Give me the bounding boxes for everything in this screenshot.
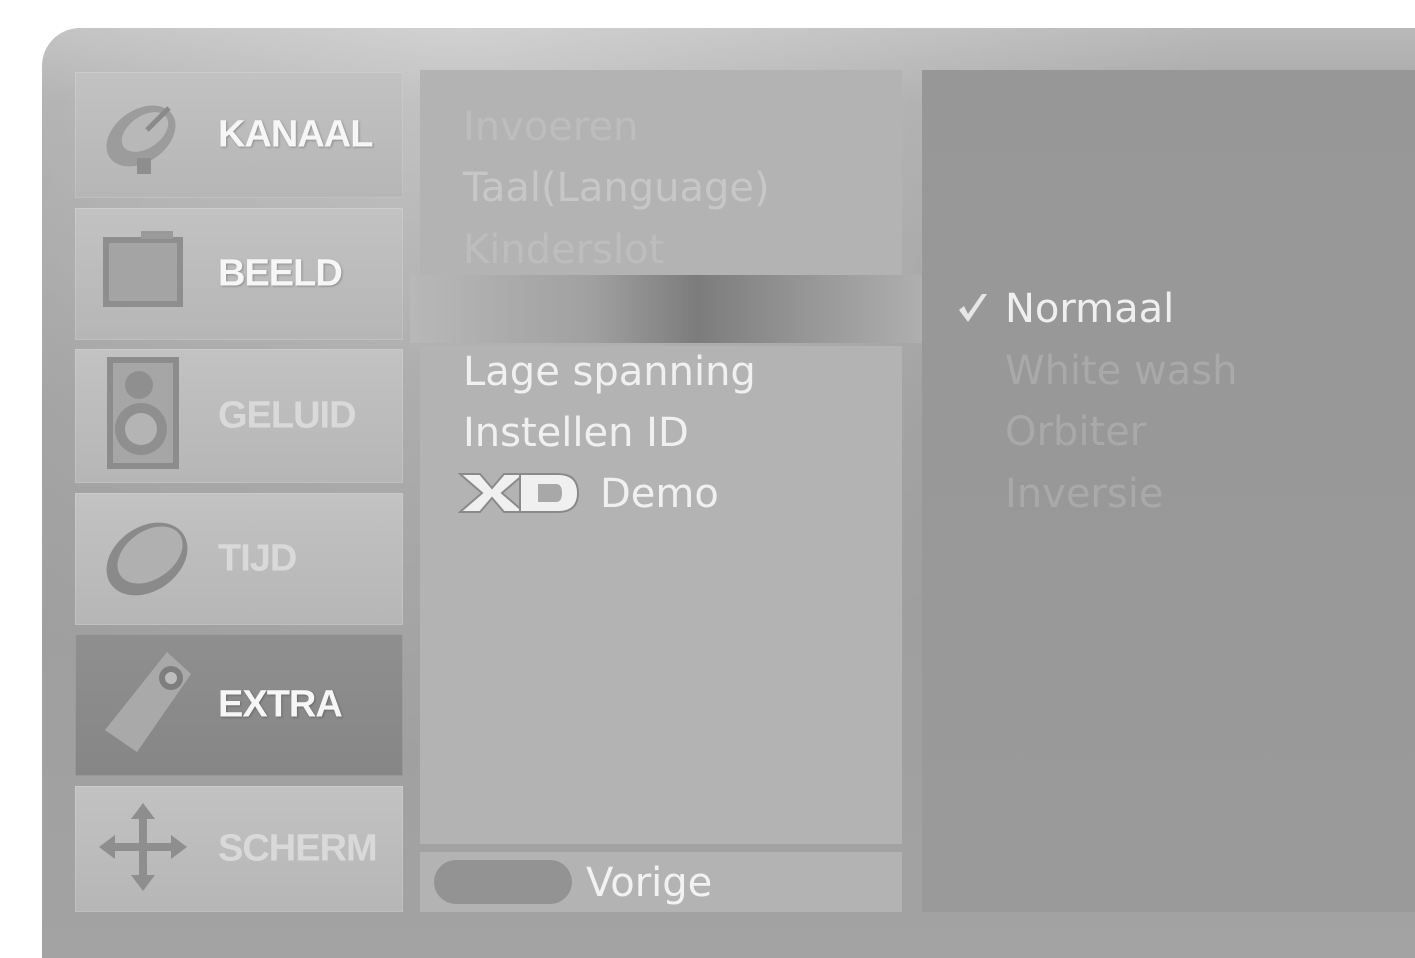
options-panel	[922, 70, 1415, 912]
menu-item-xd-demo[interactable]: Demo	[600, 471, 719, 517]
tab-label: EXTRA	[218, 683, 343, 726]
back-label: Vorige	[586, 860, 713, 906]
back-button[interactable]	[434, 860, 572, 904]
option-orbiter[interactable]: Orbiter	[1005, 409, 1146, 455]
tab-geluid[interactable]: GELUID	[75, 349, 403, 483]
menu-item-lage-spanning[interactable]: Lage spanning	[463, 349, 756, 395]
tab-extra[interactable]: EXTRA	[75, 634, 403, 776]
check-icon	[955, 290, 991, 330]
menu-highlight-bar[interactable]	[410, 275, 932, 343]
clock-icon	[97, 509, 201, 609]
tab-tijd[interactable]: TIJD	[75, 493, 403, 625]
menu-item-instellen-id[interactable]: Instellen ID	[463, 410, 689, 456]
picture-icon	[97, 229, 189, 319]
tab-label: KANAAL	[218, 113, 373, 156]
menu-item-taal[interactable]: Taal(Language)	[463, 165, 770, 211]
menu-item-kinderslot[interactable]: Kinderslot	[463, 227, 664, 273]
option-inversie[interactable]: Inversie	[1005, 471, 1163, 517]
menu-item-invoeren[interactable]: Invoeren	[463, 104, 638, 150]
move-arrows-icon	[97, 801, 189, 897]
tab-label: TIJD	[218, 537, 297, 580]
speaker-icon	[97, 355, 189, 477]
tab-beeld[interactable]: BEELD	[75, 208, 403, 340]
tab-label: SCHERM	[218, 827, 378, 870]
tag-icon	[97, 648, 197, 762]
tab-label: BEELD	[218, 252, 343, 295]
option-white-wash[interactable]: White wash	[1005, 348, 1237, 394]
xd-logo-icon	[457, 470, 580, 520]
tab-scherm[interactable]: SCHERM	[75, 786, 403, 912]
tab-label: GELUID	[218, 394, 357, 437]
option-normaal[interactable]: Normaal	[1005, 286, 1174, 332]
satellite-dish-icon	[97, 88, 189, 182]
tab-kanaal[interactable]: KANAAL	[75, 72, 403, 198]
